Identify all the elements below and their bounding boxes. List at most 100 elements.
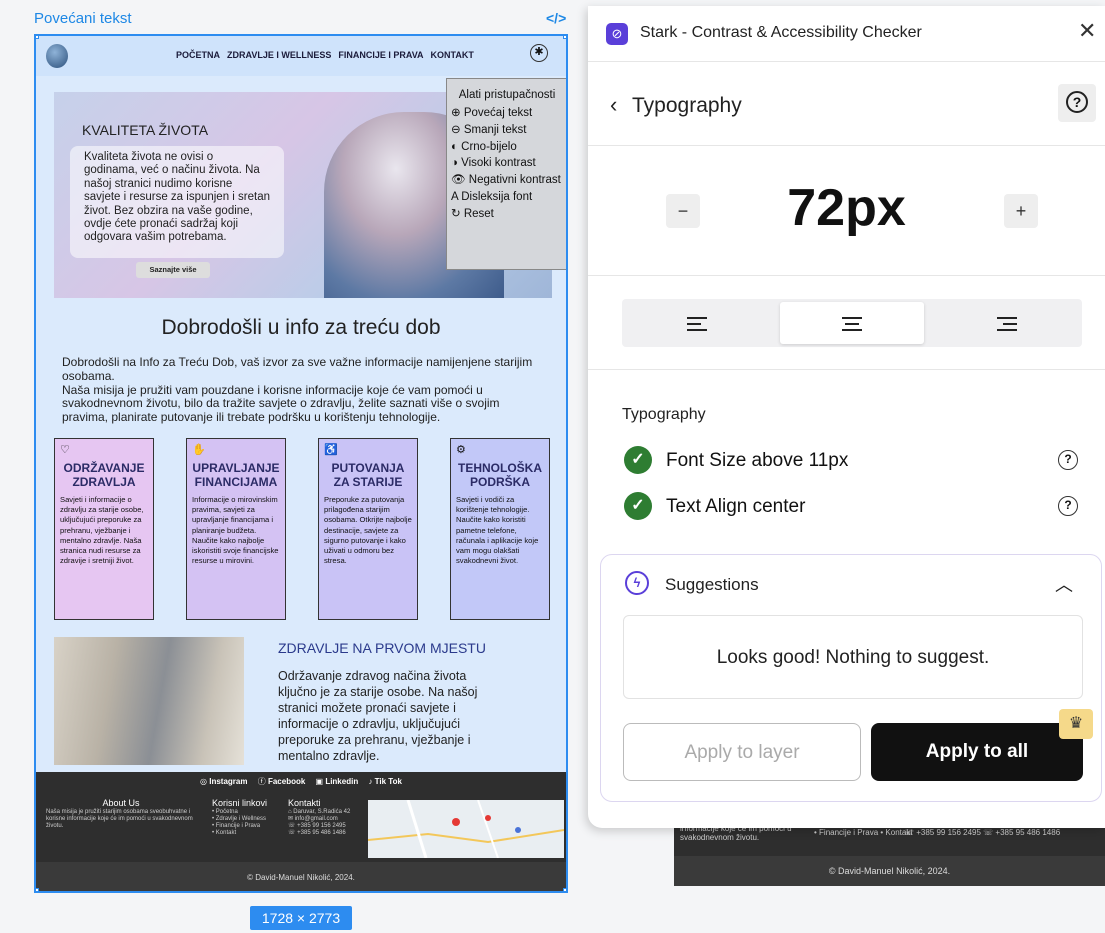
align-right-icon[interactable] <box>935 302 1079 344</box>
card-travel[interactable]: ♿ PUTOVANJA ZA STARIJE Preporuke za puto… <box>318 438 418 620</box>
learn-more-button[interactable]: Saznajte više <box>136 262 210 278</box>
align-segmented-control <box>622 299 1082 347</box>
apply-to-all-button[interactable]: Apply to all <box>871 723 1083 781</box>
card-tech[interactable]: ⚙ TEHNOLOŠKA PODRŠKA Savjeti i vodiči za… <box>450 438 550 620</box>
tech-icon: ⚙ <box>456 444 466 456</box>
resize-handle[interactable] <box>36 888 39 891</box>
instagram-link[interactable]: ◎ Instagram <box>200 777 247 786</box>
suggestions-message: Looks good! Nothing to suggest. <box>623 615 1083 699</box>
footer-copyright: © David-Manuel Nikolić, 2024. <box>36 862 566 891</box>
resize-handle[interactable] <box>36 36 39 39</box>
footer-about: About Us Naša misija je pružiti starijim… <box>46 798 196 830</box>
tiktok-link[interactable]: ♪ Tik Tok <box>368 777 402 786</box>
section-header: ‹ Typography ? <box>588 62 1105 146</box>
stark-logo-icon: ⊘ <box>606 23 628 45</box>
nav-link-zdravlje[interactable]: ZDRAVLJE I WELLNESS <box>227 50 331 60</box>
card-text: Informacije o mirovinskim pravima, savje… <box>192 495 279 566</box>
footer-links: Korisni linkovi • Početna • Zdravlje i W… <box>212 799 282 837</box>
check-font-size: ✓ Font Size above 11px ? <box>624 446 1084 476</box>
align-left-icon[interactable] <box>625 302 769 344</box>
text-align-control <box>588 276 1105 370</box>
code-icon[interactable]: </> <box>546 10 566 26</box>
contact-line: ⌂ Daruvar, S.Radića 42 <box>288 809 351 815</box>
footer-link[interactable]: • Kontakt <box>212 830 282 837</box>
site-navbar: POČETNA ZDRAVLJE I WELLNESS FINANCIJE I … <box>36 36 566 76</box>
footer-contact-title: Kontakti <box>288 798 321 808</box>
resize-handle[interactable] <box>563 888 566 891</box>
hero-text: Kvaliteta života ne ovisi o godinama, ve… <box>70 146 284 258</box>
frame-label[interactable]: Povećani tekst <box>34 10 132 27</box>
footer-link[interactable]: • Financije i Prava <box>212 823 282 830</box>
tool-negative-contrast[interactable]: 👁 Negativni kontrast <box>451 172 563 189</box>
check-icon: ✓ <box>624 492 652 520</box>
health-text: Održavanje zdravog načina života ključno… <box>278 669 478 763</box>
panel-header: ⊘ Stark - Contrast & Accessibility Check… <box>588 6 1105 62</box>
footer-link[interactable]: • Zdravlje i Wellness <box>212 816 282 823</box>
hand-coin-icon: ✋ <box>192 444 206 456</box>
decrease-size-button[interactable]: − <box>666 194 700 228</box>
card-text: Savjeti i informacije o zdravlju za star… <box>60 495 144 566</box>
question-icon[interactable]: ? <box>1058 450 1078 470</box>
check-label: Text Align center <box>666 496 806 517</box>
close-icon[interactable]: ✕ <box>1078 18 1096 44</box>
back-chevron-icon[interactable]: ‹ <box>610 92 617 118</box>
linkedin-link[interactable]: ▣ Linkedin <box>316 777 359 786</box>
heart-icon: ♡ <box>60 444 70 456</box>
stark-panel: ⊘ Stark - Contrast & Accessibility Check… <box>588 6 1105 828</box>
nav-link-pocetna[interactable]: POČETNA <box>176 50 220 60</box>
walker-icon: ♿ <box>324 444 338 456</box>
tool-increase-text[interactable]: ⊕ Povećaj tekst <box>451 105 563 122</box>
align-center-icon[interactable] <box>780 302 924 344</box>
tool-high-contrast[interactable]: ◑ Visoki kontrast <box>451 155 563 172</box>
apply-to-layer-button[interactable]: Apply to layer <box>623 723 861 781</box>
facebook-link[interactable]: ⓕ Facebook <box>258 777 306 786</box>
card-title: PUTOVANJA ZA STARIJE <box>331 461 405 489</box>
section-title[interactable]: Typography <box>632 94 742 118</box>
footer-link[interactable]: • Početna <box>212 809 282 816</box>
website-frame[interactable]: POČETNA ZDRAVLJE I WELLNESS FINANCIJE I … <box>34 34 568 893</box>
footer-about-text: Naša misija je pružiti starijim osobama … <box>46 809 193 829</box>
contact-line: ☏ +385 99 156 2495 <box>288 823 346 829</box>
logo-icon[interactable] <box>46 44 68 68</box>
check-text-align: ✓ Text Align center ? <box>624 492 1084 522</box>
check-icon: ✓ <box>624 446 652 474</box>
background-copyright: © David-Manuel Nikolić, 2024. <box>674 856 1105 886</box>
accessibility-icon[interactable]: ✱ <box>530 44 548 62</box>
increase-size-button[interactable]: + <box>1004 194 1038 228</box>
card-title: UPRAVLJANJE FINANCIJAMA <box>192 461 280 489</box>
tool-dyslexia-font[interactable]: A Disleksija font <box>451 189 563 206</box>
panel-title: Stark - Contrast & Accessibility Checker <box>640 24 922 41</box>
footer-map[interactable] <box>367 799 565 859</box>
question-icon[interactable]: ? <box>1058 496 1078 516</box>
chevron-up-icon[interactable]: ︿ <box>1055 571 1073 597</box>
footer-about-title: About Us <box>102 798 140 808</box>
check-label: Font Size above 11px <box>666 450 849 471</box>
suggestions-title[interactable]: Suggestions <box>665 575 759 595</box>
nav-link-financije[interactable]: FINANCIJE I PRAVA <box>338 50 423 60</box>
checks-title: Typography <box>622 406 706 423</box>
lightning-icon: ϟ <box>625 571 649 595</box>
welcome-text: Dobrodošli na Info za Treću Dob, vaš izv… <box>62 355 548 425</box>
help-button[interactable]: ? <box>1058 84 1096 122</box>
card-title: ODRŽAVANJE ZDRAVLJA <box>63 461 145 489</box>
frame-size-badge: 1728 × 2773 <box>250 906 352 930</box>
contact-line: ✉ info@gmail.com <box>288 816 338 822</box>
tool-grayscale[interactable]: ◐ Crno-bijelo <box>451 139 563 156</box>
contact-line: ☏ +385 95 486 1486 <box>288 830 346 836</box>
font-size-control: 72px − + <box>588 146 1105 276</box>
resize-handle[interactable] <box>563 36 566 39</box>
accessibility-tools-menu: Alati pristupačnosti ⊕ Povećaj tekst ⊖ S… <box>446 78 566 270</box>
tool-decrease-text[interactable]: ⊖ Smanji tekst <box>451 122 563 139</box>
nav-links: POČETNA ZDRAVLJE I WELLNESS FINANCIJE I … <box>176 50 474 60</box>
card-finance[interactable]: ✋ UPRAVLJANJE FINANCIJAMA Informacije o … <box>186 438 286 620</box>
card-title: TEHNOLOŠKA PODRŠKA <box>458 461 542 489</box>
crown-icon: ♛ <box>1059 709 1093 739</box>
health-image <box>54 637 244 765</box>
card-text: Preporuke za putovanja prilagođena stari… <box>324 495 412 566</box>
suggestions-card: ϟ Suggestions ︿ Looks good! Nothing to s… <box>600 554 1102 802</box>
nav-link-kontakt[interactable]: KONTAKT <box>431 50 474 60</box>
welcome-text-line2: Naša misija je pružiti vam pouzdane i ko… <box>62 382 500 425</box>
tool-reset[interactable]: ↻ Reset <box>451 206 563 223</box>
card-health[interactable]: ♡ ODRŽAVANJE ZDRAVLJA Savjeti i informac… <box>54 438 154 620</box>
welcome-text-line1: Dobrodošli na Info za Treću Dob, vaš izv… <box>62 355 533 383</box>
